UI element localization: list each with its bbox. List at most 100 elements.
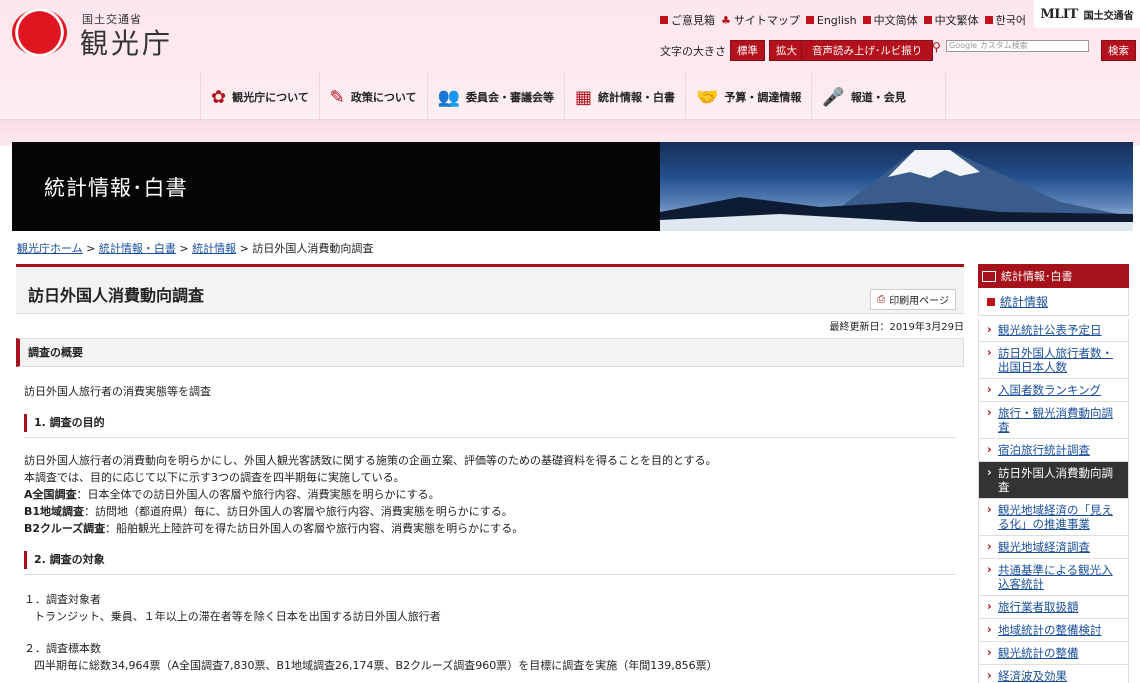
sidebar-item[interactable]: 地域統計の整備検討: [979, 619, 1128, 642]
location-pin-icon: ⚲: [932, 40, 941, 54]
main-nav: ✿ 観光庁について ✎ 政策について 👥 委員会・審議会等 ▦ 統計情報・白書 🤝 予算・…: [200, 73, 947, 121]
sidebar-item[interactable]: 訪日外国人消費動向調査: [979, 462, 1128, 499]
sidebar-item[interactable]: 経済波及効果: [979, 665, 1128, 683]
target-heading: 2. 調査の対象: [24, 551, 956, 575]
search-button[interactable]: 検索: [1101, 40, 1136, 61]
breadcrumb: 観光庁ホーム > 統計情報・白書 > 統計情報 > 訪日外国人消費動向調査: [17, 240, 373, 256]
utility-links: ご意見箱 ♣ サイトマップ English 中文简体 中文繁体 한국어: [660, 12, 1026, 28]
survey-b1-name: B1地域調査: [24, 505, 85, 518]
logo-agency-text[interactable]: 観光庁: [80, 22, 173, 62]
sidebar-list: 観光統計公表予定日訪日外国人旅行者数・出国日本人数入国者数ランキング旅行・観光消…: [978, 319, 1129, 683]
nav-statistics[interactable]: ▦ 統計情報・白書: [565, 73, 686, 121]
page-title: 訪日外国人消費動向調査: [28, 286, 205, 305]
flower-icon: ✿: [211, 86, 227, 108]
square-bullet-icon: [984, 16, 993, 24]
last-updated: 最終更新日：2019年3月29日: [829, 322, 964, 333]
breadcrumb-statistics-link[interactable]: 統計情報: [192, 242, 236, 255]
nav-policy-label: 政策について: [350, 91, 417, 104]
survey-a: A全国調査：日本全体での訪日外国人の客層や旅行内容、消費実態を明らかにする。: [24, 486, 964, 503]
sidebar-item[interactable]: 観光統計の整備: [979, 642, 1128, 665]
sidebar-item[interactable]: 観光地域経済調査: [979, 536, 1128, 559]
target-list: １．調査対象者 トランジット、乗員、１年以上の滞在者等を除く日本を出国する訪日外…: [24, 591, 964, 674]
jta-logo-icon[interactable]: [12, 9, 67, 56]
survey-a-name: A全国調査: [24, 488, 77, 501]
mountain-illustration: [660, 150, 1133, 231]
text-size-label: 文字の大きさ: [660, 44, 726, 58]
breadcrumb-current: 訪日外国人消費動向調査: [252, 242, 374, 255]
page-header: 訪日外国人消費動向調査 ⎙ 印刷用ページ: [16, 264, 964, 314]
nav-about[interactable]: ✿ 観光庁について: [201, 73, 320, 121]
nav-budget[interactable]: 🤝 予算・調達情報: [686, 73, 813, 121]
survey-b1-desc: ：訪問地（都道府県）毎に、訪日外国人の客層や旅行内容、消費実態を明らかにする。: [84, 505, 513, 518]
util-korean-label: 한국어: [995, 14, 1026, 27]
util-opinion-link[interactable]: ご意見箱: [660, 12, 715, 28]
sidebar-item[interactable]: 観光統計公表予定日: [979, 319, 1128, 342]
read-aloud-button[interactable]: 音声読み上げ･ルビ振り: [801, 40, 934, 61]
survey-b2-desc: ：船舶観光上陸許可を得た訪日外国人の客層や旅行内容、消費実態を明らかにする。: [105, 522, 524, 535]
mlit-logo-text: MLIT: [1040, 6, 1078, 22]
section-overview-heading: 調査の概要: [16, 338, 964, 367]
target-item-title: ２．調査標本数: [24, 642, 101, 655]
breadcrumb-sep: >: [239, 242, 249, 255]
nav-press-label: 報道・会見: [850, 91, 906, 104]
util-english-link[interactable]: English: [805, 12, 857, 28]
people-icon: 👥: [437, 86, 460, 108]
sidebar-item[interactable]: 旅行業者取扱額: [979, 596, 1128, 619]
breadcrumb-home-link[interactable]: 観光庁ホーム: [17, 242, 83, 255]
target-item-body: トランジット、乗員、１年以上の滞在者等を除く日本を出国する訪日外国人旅行者: [34, 610, 441, 623]
sidebar-subheading-link[interactable]: 統計情報: [978, 288, 1129, 316]
chart-icon: [982, 270, 996, 282]
survey-a-desc: ：日本全体での訪日外国人の客層や旅行内容、消費実態を明らかにする。: [76, 488, 440, 501]
breadcrumb-sep: >: [179, 242, 189, 255]
main-content: 訪日外国人消費動向調査 ⎙ 印刷用ページ 最終更新日：2019年3月29日 調査…: [16, 264, 964, 674]
nav-committee[interactable]: 👥 委員会・審議会等: [428, 73, 565, 121]
print-page-button[interactable]: ⎙ 印刷用ページ: [870, 289, 956, 310]
text-size-large-button[interactable]: 拡大: [769, 40, 804, 61]
survey-b1: B1地域調査：訪問地（都道府県）毎に、訪日外国人の客層や旅行内容、消費実態を明ら…: [24, 503, 964, 520]
nav-budget-label: 予算・調達情報: [724, 91, 802, 104]
util-zh-hans-label: 中文简体: [873, 14, 918, 27]
square-bullet-icon: [805, 16, 814, 24]
breadcrumb-statistics-whitepaper-link[interactable]: 統計情報・白書: [99, 242, 176, 255]
hero-title: 統計情報･白書: [44, 176, 188, 200]
sidebar-item[interactable]: 訪日外国人旅行者数・出国日本人数: [979, 342, 1128, 379]
util-zh-hant-link[interactable]: 中文繁体: [923, 12, 979, 28]
sidebar-subheading-label: 統計情報: [1000, 295, 1049, 309]
sidebar-item[interactable]: 観光地域経済の「見える化」の推進事業: [979, 499, 1128, 536]
printer-icon: ⎙: [877, 294, 886, 305]
target-item-body: 四半期毎に総数34,964票（A全国調査7,830票、B1地域調査26,174票…: [34, 659, 718, 672]
util-sitemap-link[interactable]: ♣ サイトマップ: [721, 12, 800, 28]
util-opinion-label: ご意見箱: [671, 14, 715, 27]
breadcrumb-sep: >: [86, 242, 96, 255]
text-size-standard-button[interactable]: 標準: [730, 40, 765, 61]
mlit-logo[interactable]: MLIT 国土交通省: [1034, 0, 1140, 28]
mailbox-icon: [660, 16, 668, 24]
chart-icon: ▦: [574, 86, 592, 108]
nav-committee-label: 委員会・審議会等: [465, 91, 554, 104]
purpose-line: 訪日外国人旅行者の消費動向を明らかにし、外国人観光客誘致に関する施策の企画立案、…: [24, 454, 717, 467]
purpose-body: 訪日外国人旅行者の消費動向を明らかにし、外国人観光客誘致に関する施策の企画立案、…: [24, 452, 964, 537]
util-korean-link[interactable]: 한국어: [984, 12, 1026, 28]
search-input[interactable]: Google カスタム検索: [946, 40, 1089, 52]
text-size-control: 文字の大きさ 標準 拡大: [660, 40, 804, 61]
summary-text: 訪日外国人旅行者の消費実態等を調査: [24, 385, 211, 398]
print-page-label: 印刷用ページ: [889, 296, 949, 307]
square-bullet-icon: [923, 16, 932, 24]
util-zh-hans-link[interactable]: 中文简体: [862, 12, 918, 28]
sidebar-heading[interactable]: 統計情報･白書: [978, 264, 1129, 288]
handshake-icon: 🤝: [695, 86, 719, 108]
purpose-heading: 1. 調査の目的: [24, 414, 956, 438]
survey-b2: B2クルーズ調査：船舶観光上陸許可を得た訪日外国人の客層や旅行内容、消費実態を明…: [24, 520, 964, 537]
sitemap-icon: ♣: [721, 13, 731, 27]
sidebar-item[interactable]: 入国者数ランキング: [979, 379, 1128, 402]
sidebar-item[interactable]: 宿泊旅行統計調査: [979, 439, 1128, 462]
square-bullet-icon: [862, 16, 871, 24]
sidebar-item[interactable]: 共通基準による観光入込客統計: [979, 559, 1128, 596]
survey-b2-name: B2クルーズ調査: [24, 522, 106, 535]
sidebar-item[interactable]: 旅行・観光消費動向調査: [979, 402, 1128, 439]
nav-press[interactable]: 🎤 報道・会見: [812, 73, 947, 121]
pen-icon: ✎: [329, 86, 345, 108]
square-bullet-icon: [987, 297, 995, 306]
nav-policy[interactable]: ✎ 政策について: [320, 73, 428, 121]
sidebar: 統計情報･白書 統計情報 観光統計公表予定日訪日外国人旅行者数・出国日本人数入国…: [978, 264, 1129, 683]
